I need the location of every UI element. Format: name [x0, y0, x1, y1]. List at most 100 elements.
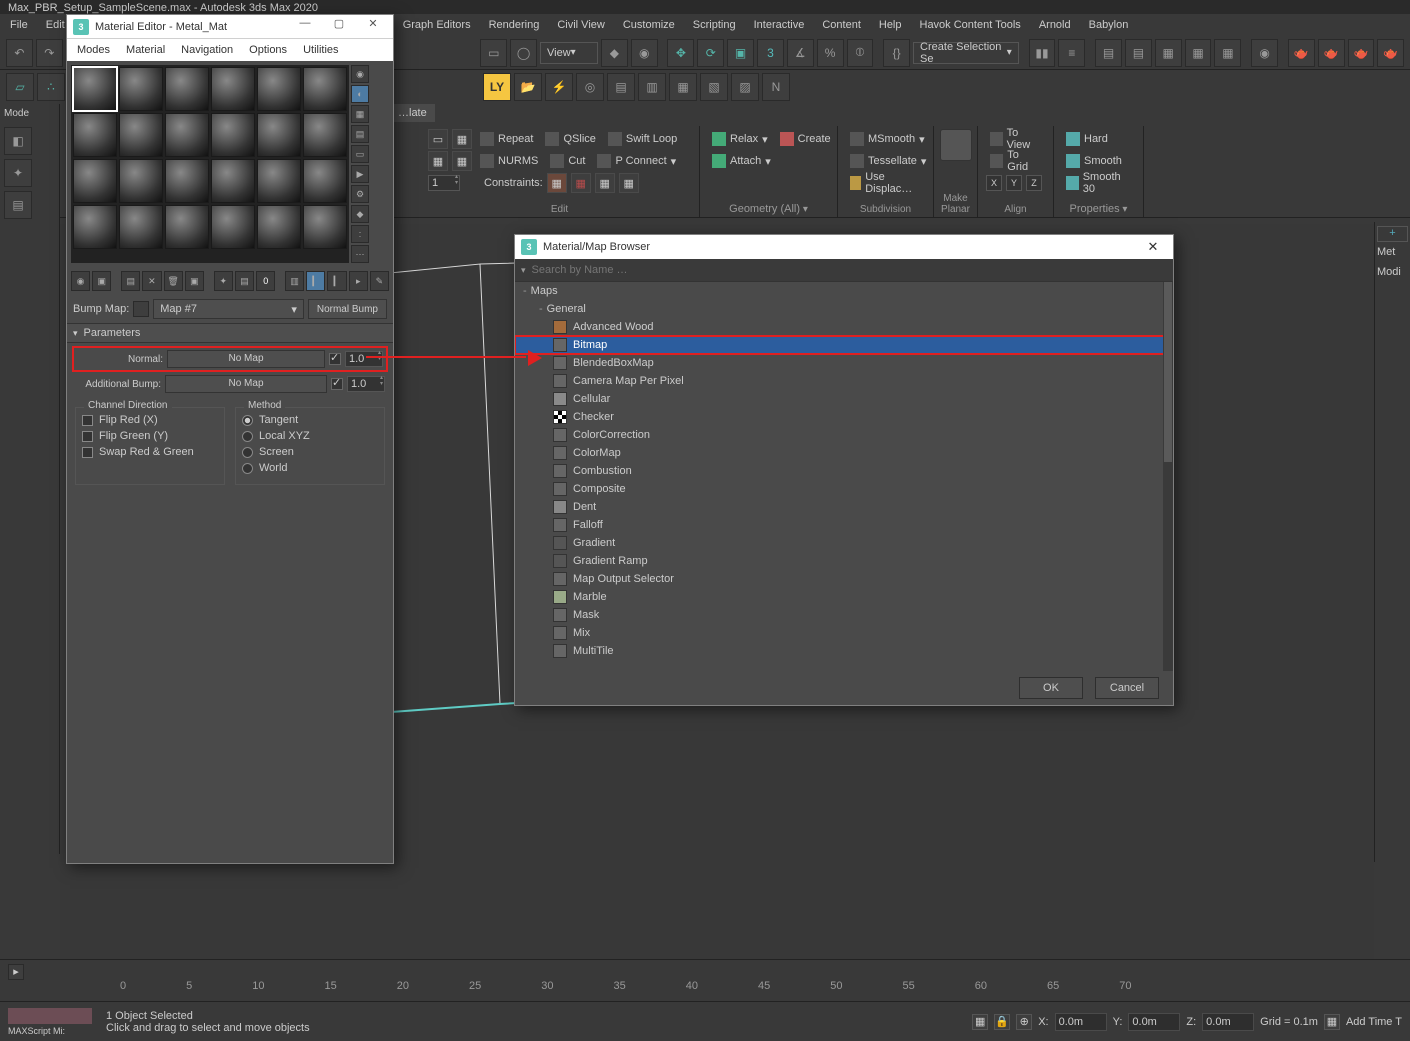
material-map-browser-window[interactable]: 3 Material/Map Browser ✕ ▾ -Maps -Genera…: [514, 234, 1174, 706]
play-icon[interactable]: ▸: [8, 964, 24, 980]
backlight-icon[interactable]: ◐: [351, 85, 369, 103]
create-tab-icon[interactable]: ✦: [4, 159, 32, 187]
sample-slot[interactable]: [165, 113, 209, 157]
go-parent-icon[interactable]: ▎: [306, 271, 325, 291]
cut-button[interactable]: Cut: [546, 151, 589, 171]
displacement-button[interactable]: Use Displac…: [846, 173, 925, 193]
me-menu-utilities[interactable]: Utilities: [303, 44, 338, 56]
category-general[interactable]: -General: [515, 300, 1173, 318]
me-menu-options[interactable]: Options: [249, 44, 287, 56]
me-menu-navigation[interactable]: Navigation: [181, 44, 233, 56]
options-icon[interactable]: ⚙: [351, 185, 369, 203]
constraint-edge-icon[interactable]: ▦: [571, 173, 591, 193]
isolate-icon[interactable]: ▦: [972, 1014, 988, 1030]
sample-slot[interactable]: [257, 67, 301, 111]
bump-type-button[interactable]: Normal Bump: [308, 299, 387, 319]
map-item[interactable]: Mask: [515, 606, 1173, 624]
material-editor-icon[interactable]: ◉: [1251, 39, 1278, 67]
menu-babylon[interactable]: Babylon: [1089, 19, 1129, 31]
delete-icon[interactable]: 🗑: [164, 271, 183, 291]
menu-edit[interactable]: Edit: [46, 19, 65, 31]
sample-slot[interactable]: [211, 67, 255, 111]
toggle-scene-icon[interactable]: ▤: [1125, 39, 1152, 67]
snap-icon[interactable]: 3: [757, 39, 784, 67]
toview-button[interactable]: To View: [986, 129, 1045, 149]
list-icon[interactable]: ▤: [607, 73, 635, 101]
menu-rendering[interactable]: Rendering: [489, 19, 540, 31]
cancel-button[interactable]: Cancel: [1095, 677, 1159, 699]
edit-poly-icon[interactable]: ▱: [6, 73, 34, 101]
browser-scrollbar[interactable]: [1163, 282, 1173, 671]
go-sibling-icon[interactable]: ▎: [327, 271, 346, 291]
y-value[interactable]: 0.0m: [1128, 1013, 1180, 1031]
target-icon[interactable]: ⊕: [1016, 1014, 1032, 1030]
qslice-button[interactable]: QSlice: [541, 129, 599, 149]
map-item[interactable]: Composite: [515, 480, 1173, 498]
render-setup-icon[interactable]: 🫖: [1288, 39, 1315, 67]
menu-help[interactable]: Help: [879, 19, 902, 31]
spinner-snap-icon[interactable]: ⦶: [847, 39, 874, 67]
menu-scripting[interactable]: Scripting: [693, 19, 736, 31]
listener-icon[interactable]: LY: [483, 73, 511, 101]
hier-tab-icon[interactable]: ▤: [4, 191, 32, 219]
menu-havok[interactable]: Havok Content Tools: [920, 19, 1021, 31]
time-slider[interactable]: ▸ 0510 152025 303540 455055 606570: [0, 959, 1410, 1001]
sample-uv-icon[interactable]: ▤: [351, 125, 369, 143]
map-item[interactable]: MultiTile: [515, 642, 1173, 660]
attach-button[interactable]: Attach ▾: [708, 151, 775, 171]
render-prod-icon[interactable]: 🫖: [1377, 39, 1404, 67]
percent-snap-icon[interactable]: %: [817, 39, 844, 67]
normal-map-button[interactable]: No Map: [167, 350, 325, 368]
reference-coord-combo[interactable]: View ▾: [540, 42, 598, 64]
additional-amount-spinner[interactable]: 1.0: [347, 376, 385, 392]
scale-icon[interactable]: ▣: [727, 39, 754, 67]
put-to-lib-icon[interactable]: ▤: [235, 271, 254, 291]
pick-map-icon[interactable]: [133, 301, 149, 317]
sample-slot[interactable]: [119, 205, 163, 249]
gear-icon[interactable]: ◎: [576, 73, 604, 101]
me-menu-modes[interactable]: Modes: [77, 44, 110, 56]
menu-file[interactable]: File: [10, 19, 28, 31]
map-item[interactable]: Checker: [515, 408, 1173, 426]
curve-editor-icon[interactable]: ▦: [1155, 39, 1182, 67]
swiftloop-button[interactable]: Swift Loop: [604, 129, 681, 149]
search-input[interactable]: [532, 264, 1167, 276]
constraint-none-icon[interactable]: ▦: [547, 173, 567, 193]
close-icon[interactable]: ✕: [1139, 239, 1167, 255]
make-preview-icon[interactable]: ▶: [351, 165, 369, 183]
sample-slot[interactable]: [119, 67, 163, 111]
map-item[interactable]: Marble: [515, 588, 1173, 606]
n-icon[interactable]: N: [762, 73, 790, 101]
select-by-mat-icon[interactable]: ◆: [351, 205, 369, 223]
edit-poly-mode-icon[interactable]: ▭: [428, 129, 448, 149]
map-item[interactable]: Mix: [515, 624, 1173, 642]
sample-slot[interactable]: [211, 113, 255, 157]
map-item[interactable]: Map Output Selector: [515, 570, 1173, 588]
add-time-tag[interactable]: Add Time T: [1346, 1016, 1402, 1028]
normal-amount-spinner[interactable]: 1.0: [345, 351, 383, 367]
background-icon[interactable]: ▦: [351, 105, 369, 123]
normal-enable-checkbox[interactable]: [329, 353, 341, 365]
x-value[interactable]: 0.0m: [1055, 1013, 1107, 1031]
map-name-combo[interactable]: Map #7▾: [153, 299, 304, 319]
map-item[interactable]: ColorCorrection: [515, 426, 1173, 444]
nurms-button[interactable]: NURMS: [476, 151, 542, 171]
magnify-icon[interactable]: ▦: [669, 73, 697, 101]
map-item[interactable]: Gradient: [515, 534, 1173, 552]
sample-slot[interactable]: [165, 205, 209, 249]
additional-map-button[interactable]: No Map: [165, 375, 327, 393]
sample-slot[interactable]: [211, 159, 255, 203]
sample-slot[interactable]: [211, 205, 255, 249]
paint-icon[interactable]: ▥: [638, 73, 666, 101]
flip-green-checkbox[interactable]: [82, 431, 93, 442]
angle-snap-icon[interactable]: ∡: [787, 39, 814, 67]
me-titlebar[interactable]: 3 Material Editor - Metal_Mat — ▢ ✕: [67, 15, 393, 39]
sample-slot[interactable]: [303, 113, 347, 157]
video-color-icon[interactable]: ▭: [351, 145, 369, 163]
pick-icon[interactable]: ✎: [370, 271, 389, 291]
map-item[interactable]: Gradient Ramp: [515, 552, 1173, 570]
named-selection-combo[interactable]: Create Selection Se ▾: [913, 42, 1019, 64]
menu-grapheditors[interactable]: Graph Editors: [403, 19, 471, 31]
constraint-normal-icon[interactable]: ▦: [619, 173, 639, 193]
me-menu-material[interactable]: Material: [126, 44, 165, 56]
